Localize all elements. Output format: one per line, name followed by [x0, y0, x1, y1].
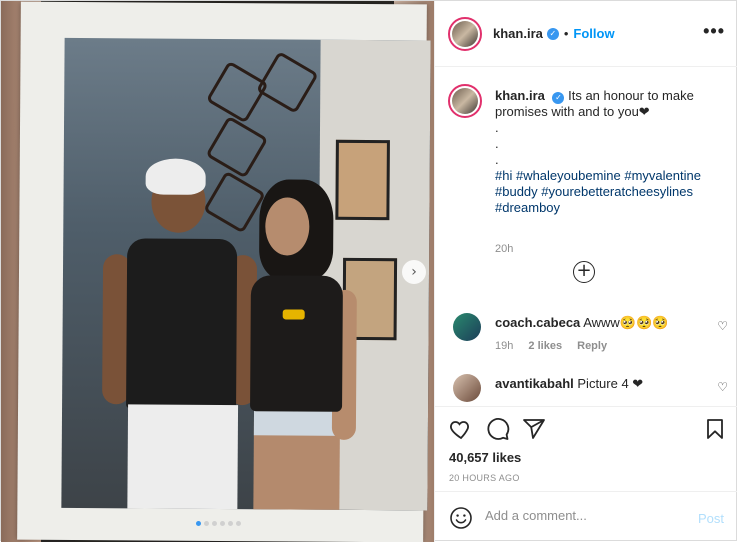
post-side-panel: khan.ira ✓ • Follow ••• khan.ira ✓ Its a… [434, 1, 737, 542]
post-timestamp[interactable]: 20 HOURS AGO [449, 473, 520, 483]
post-media[interactable]: › [1, 1, 434, 542]
comment-icon[interactable] [486, 417, 510, 441]
comment-text: coach.cabeca Awww🥺🥺🥺 [495, 315, 685, 331]
avatar[interactable] [453, 374, 481, 402]
carousel-dot [236, 521, 241, 526]
comment-likes[interactable]: 2 likes [528, 340, 562, 352]
post-modal: › khan.ira ✓ • Follow ••• khan.ira ✓ Its… [0, 0, 737, 542]
hex-shelf [255, 50, 319, 114]
emoji-icon[interactable] [449, 506, 473, 530]
comment-body: Awww🥺🥺🥺 [583, 315, 669, 330]
comment-username[interactable]: coach.cabeca [495, 315, 580, 330]
comments-list[interactable]: khan.ira ✓ Its an honour to make promise… [435, 68, 737, 406]
heart-icon[interactable]: ♡ [717, 319, 728, 333]
plus-icon: + [576, 260, 592, 281]
caption-text: khan.ira ✓ Its an honour to make promise… [495, 88, 723, 216]
carousel-dot [220, 521, 225, 526]
carousel-dot [196, 521, 201, 526]
comment-body: Picture 4 ❤ [577, 376, 644, 391]
carousel-indicator [196, 521, 241, 526]
caption-time[interactable]: 20h [495, 243, 513, 255]
carousel-dot [212, 521, 217, 526]
post-actions: 40,657 likes 20 HOURS AGO [435, 406, 737, 498]
person-woman [239, 179, 357, 511]
caption-hashtags[interactable]: #hi #whaleyoubemine #myvalentine #buddy … [495, 168, 723, 216]
caption-line: . [495, 136, 499, 151]
comment-username[interactable]: avantikabahl [495, 376, 574, 391]
separator: • [563, 26, 569, 41]
photo-scene [61, 37, 431, 511]
comment-input[interactable] [485, 508, 685, 523]
verified-icon: ✓ [546, 27, 559, 40]
heart-icon[interactable]: ♡ [717, 380, 728, 394]
post-comment-button[interactable]: Post [698, 511, 724, 526]
tank-top [250, 275, 343, 412]
avatar-image [452, 88, 478, 114]
heart-icon[interactable] [449, 417, 473, 441]
caption-line: . [495, 120, 499, 135]
avatar[interactable] [453, 313, 481, 341]
comment-text: avantikabahl Picture 4 ❤ [495, 376, 685, 392]
share-icon[interactable] [522, 417, 546, 441]
verified-icon: ✓ [552, 92, 565, 104]
bookmark-icon[interactable] [703, 417, 727, 441]
avatar[interactable] [448, 16, 482, 51]
username-link[interactable]: khan.ira [493, 26, 543, 41]
caption-username[interactable]: khan.ira [495, 88, 545, 103]
load-more-comments-button[interactable]: + [573, 261, 595, 283]
carousel-dot [228, 521, 233, 526]
follow-button[interactable]: Follow [573, 26, 614, 41]
comment-time[interactable]: 19h [495, 340, 513, 352]
hat [145, 158, 206, 195]
face [265, 197, 310, 256]
action-icons [449, 417, 727, 443]
person-man [101, 158, 258, 511]
reply-button[interactable]: Reply [577, 340, 607, 352]
carousel-dot [204, 521, 209, 526]
avatar[interactable] [448, 84, 482, 118]
chevron-right-icon: › [411, 264, 417, 280]
caption-line: . [495, 152, 499, 167]
tank-top [126, 238, 238, 410]
polaroid-photo [17, 1, 431, 542]
logo [282, 309, 305, 320]
post-header: khan.ira ✓ • Follow ••• [435, 1, 737, 67]
comment-meta: 19h 2 likes Reply [495, 340, 619, 352]
add-comment-bar: Post [435, 491, 737, 542]
likes-count[interactable]: 40,657 likes [449, 450, 521, 465]
pants [127, 404, 239, 511]
avatar-image [452, 20, 478, 47]
next-slide-button[interactable]: › [402, 260, 426, 284]
more-options-icon[interactable]: ••• [703, 21, 725, 42]
